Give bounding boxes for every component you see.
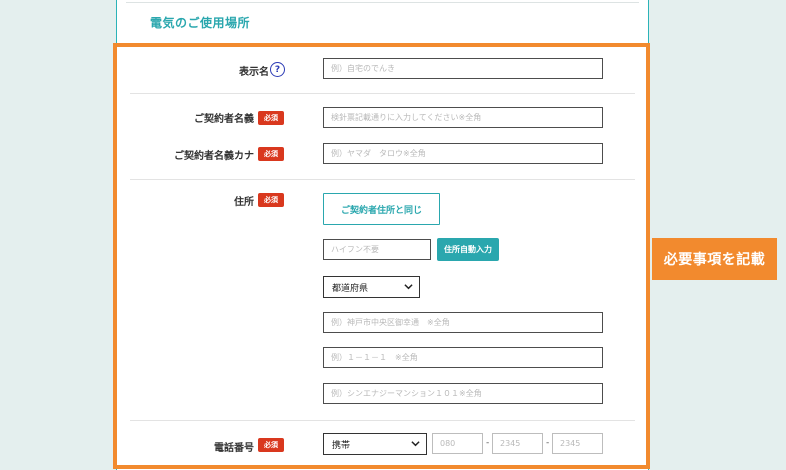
address-auto-fill-button[interactable]: 住所自動入力	[437, 238, 499, 261]
required-badge: 必須	[258, 147, 284, 161]
row-divider	[130, 93, 635, 94]
phone-type-select[interactable]: 携帯	[323, 433, 427, 455]
address-line2-input[interactable]: 例）１－１－１ ※全角	[323, 347, 603, 368]
chevron-down-icon	[404, 284, 413, 290]
required-badge: 必須	[258, 193, 284, 207]
help-icon[interactable]: ?	[270, 62, 285, 77]
chevron-down-icon	[411, 441, 420, 447]
address-label: 住所	[234, 197, 254, 208]
display-name-input[interactable]: 例）自宅のでんき	[323, 58, 603, 79]
phone-part1-input[interactable]: 080	[432, 433, 483, 454]
prefecture-select[interactable]: 都道府県	[323, 276, 420, 298]
phone-separator: -	[546, 438, 550, 448]
display-name-label: 表示名	[239, 67, 269, 78]
address-line3-input[interactable]: 例）シンエナジーマンション１０１※全角	[323, 383, 603, 404]
address-line1-input[interactable]: 例）神戸市中央区御幸通 ※全角	[323, 312, 603, 333]
phone-type-value: 携帯	[332, 440, 351, 451]
section-header: 電気のご使用場所	[116, 0, 649, 44]
prefecture-select-value: 都道府県	[332, 283, 369, 294]
phone-part2-input[interactable]: 2345	[492, 433, 543, 454]
zip-code-input[interactable]: ハイフン不要	[323, 239, 431, 260]
row-divider	[130, 420, 635, 421]
section-title: 電気のご使用場所	[150, 16, 251, 30]
required-badge: 必須	[258, 111, 284, 125]
contract-name-input[interactable]: 検針票記載通りに入力してください※全角	[323, 107, 603, 128]
same-as-contract-address-button[interactable]: ご契約者住所と同じ	[323, 193, 440, 225]
row-divider	[130, 179, 635, 180]
contract-kana-label: ご契約者名義カナ	[174, 151, 254, 162]
phone-separator: -	[486, 438, 490, 448]
section-top-divider	[126, 2, 639, 3]
phone-label: 電話番号	[214, 443, 254, 454]
required-badge: 必須	[258, 438, 284, 452]
contract-kana-input[interactable]: 例）ヤマダ タロウ※全角	[323, 143, 603, 164]
phone-part3-input[interactable]: 2345	[552, 433, 603, 454]
contract-name-label: ご契約者名義	[194, 114, 254, 125]
callout-label: 必要事項を記載	[652, 238, 777, 280]
